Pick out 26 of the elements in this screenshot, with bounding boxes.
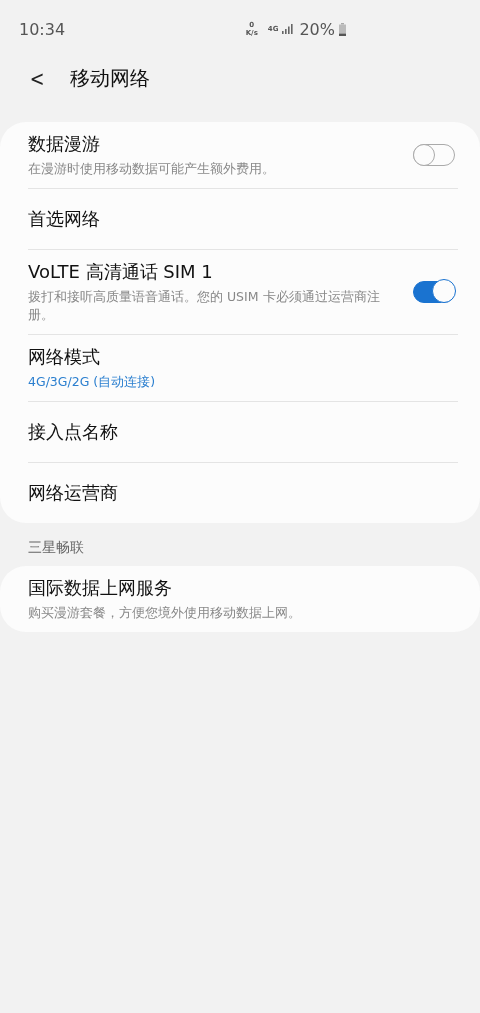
- settings-row[interactable]: 首选网络: [28, 188, 458, 249]
- row-description: 在漫游时使用移动数据可能产生额外费用。: [28, 160, 275, 178]
- settings-row[interactable]: 网络运营商: [28, 462, 458, 523]
- status-time: 10:34: [19, 19, 66, 39]
- settings-row[interactable]: VoLTE 高清通话 SIM 1 拨打和接听高质量语音通话。您的 USIM 卡必须通过运营商注册。: [28, 249, 458, 334]
- row-title: 网络运营商: [28, 481, 118, 505]
- row-title: 国际数据上网服务: [28, 576, 173, 600]
- row-title: 网络模式: [28, 345, 101, 369]
- page-title: 移动网络: [70, 64, 151, 92]
- section-label: 三星畅联: [27, 538, 85, 557]
- signal-icon: [282, 24, 294, 34]
- row-description: 购买漫游套餐，方便您境外使用移动数据上网。: [28, 604, 301, 622]
- settings-row[interactable]: 数据漫游 在漫游时使用移动数据可能产生额外费用。: [28, 122, 458, 188]
- back-button[interactable]: <: [25, 65, 50, 91]
- row-title: VoLTE 高清通话 SIM 1: [28, 260, 214, 284]
- battery-percent: 20%: [299, 19, 335, 39]
- row-title: 接入点名称: [28, 420, 118, 444]
- battery-icon: [339, 22, 346, 36]
- settings-row[interactable]: 接入点名称: [28, 401, 458, 462]
- settings-row[interactable]: 国际数据上网服务 购买漫游套餐，方便您境外使用移动数据上网。: [28, 566, 458, 632]
- row-description: 拨打和接听高质量语音通话。您的 USIM 卡必须通过运营商注册。: [28, 288, 381, 324]
- row-value: 4G/3G/2G (自动连接): [28, 373, 156, 391]
- row-title: 数据漫游: [28, 132, 101, 156]
- settings-row[interactable]: 网络模式 4G/3G/2G (自动连接): [28, 334, 458, 401]
- toggle-switch[interactable]: [413, 281, 455, 303]
- row-title: 首选网络: [28, 207, 100, 231]
